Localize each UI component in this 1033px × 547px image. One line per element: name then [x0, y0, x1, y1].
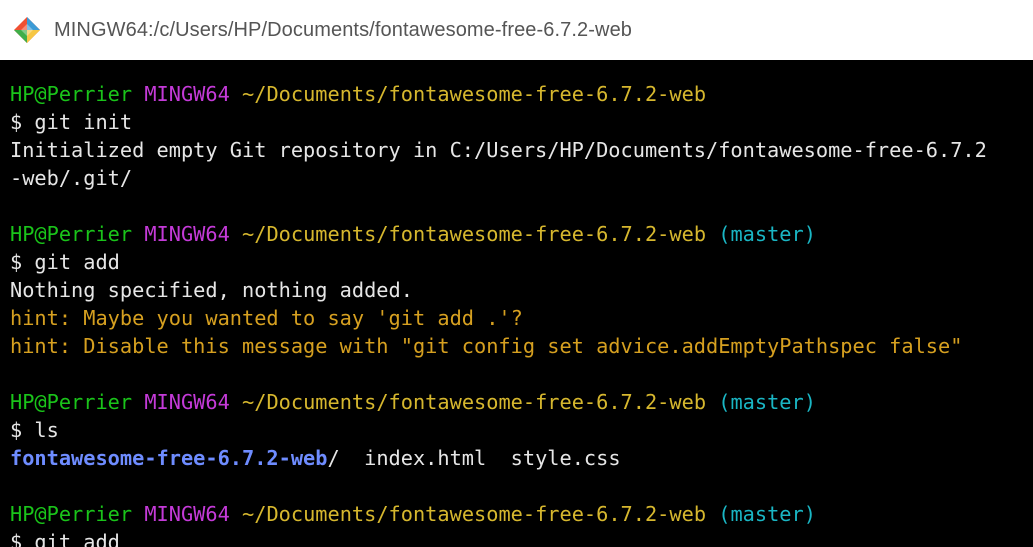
prompt-line: HP@Perrier MINGW64 ~/Documents/fontaweso…: [10, 500, 1033, 528]
hint-line: hint: Maybe you wanted to say 'git add .…: [10, 306, 523, 330]
prompt-shell: MINGW64: [144, 222, 230, 246]
prompt-branch: (master): [718, 390, 816, 414]
ls-directory-entry: fontawesome-free-6.7.2-web: [10, 446, 328, 470]
prompt-path: ~/Documents/fontawesome-free-6.7.2-web: [242, 502, 707, 526]
git-bash-diamond-icon: [12, 15, 42, 45]
prompt-path: ~/Documents/fontawesome-free-6.7.2-web: [242, 222, 707, 246]
prompt-shell: MINGW64: [144, 390, 230, 414]
prompt-shell: MINGW64: [144, 502, 230, 526]
prompt-user-host: HP@Perrier: [10, 502, 133, 526]
prompt-user-host: HP@Perrier: [10, 222, 133, 246]
prompt-line: HP@Perrier MINGW64 ~/Documents/fontaweso…: [10, 388, 1033, 416]
prompt-path: ~/Documents/fontawesome-free-6.7.2-web: [242, 390, 707, 414]
prompt-user-host: HP@Perrier: [10, 82, 133, 106]
output-line: Nothing specified, nothing added.: [10, 278, 413, 302]
prompt-line: HP@Perrier MINGW64 ~/Documents/fontaweso…: [10, 220, 1033, 248]
prompt-user-host: HP@Perrier: [10, 390, 133, 414]
output-line: Initialized empty Git repository in C:/U…: [10, 138, 987, 162]
command-line: $ git init: [10, 110, 133, 134]
terminal-window: MINGW64:/c/Users/HP/Documents/fontawesom…: [0, 0, 1033, 547]
ls-file-entries: index.html style.css: [339, 446, 621, 470]
hint-line: hint: Disable this message with "git con…: [10, 334, 963, 358]
window-title: MINGW64:/c/Users/HP/Documents/fontawesom…: [54, 18, 633, 41]
output-line: -web/.git/: [10, 166, 133, 190]
prompt-branch: (master): [718, 502, 816, 526]
command-line: $ ls: [10, 418, 59, 442]
terminal-area[interactable]: HP@Perrier MINGW64 ~/Documents/fontaweso…: [0, 60, 1033, 547]
title-bar[interactable]: MINGW64:/c/Users/HP/Documents/fontawesom…: [0, 0, 1033, 60]
prompt-shell: MINGW64: [144, 82, 230, 106]
prompt-line: HP@Perrier MINGW64 ~/Documents/fontaweso…: [10, 80, 1033, 108]
ls-directory-suffix: /: [327, 446, 340, 470]
prompt-branch: (master): [718, 222, 816, 246]
prompt-path: ~/Documents/fontawesome-free-6.7.2-web: [242, 82, 707, 106]
terminal-output: HP@Perrier MINGW64 ~/Documents/fontaweso…: [10, 80, 1033, 547]
ls-output-line: fontawesome-free-6.7.2-web/ index.html s…: [10, 444, 1033, 472]
command-line: $ git add: [10, 250, 120, 274]
command-line[interactable]: $ git add: [10, 528, 1033, 547]
